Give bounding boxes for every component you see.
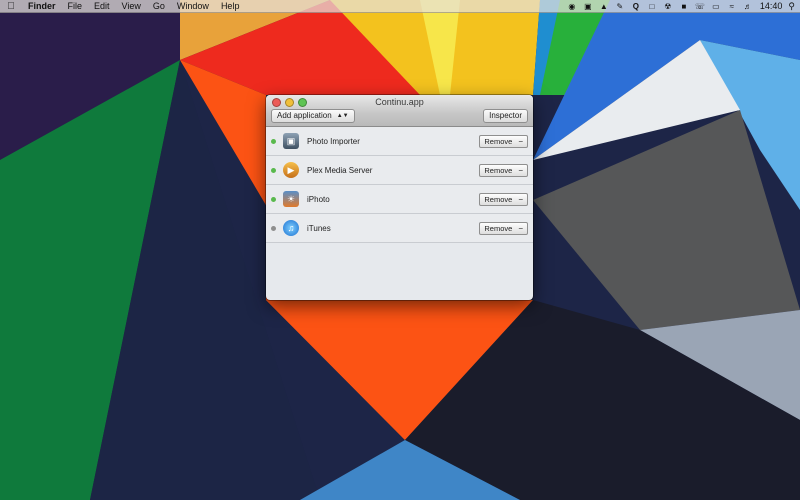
- status-indicator: [271, 196, 276, 202]
- menu-help[interactable]: Help: [215, 1, 246, 11]
- status-indicator: [271, 138, 276, 144]
- add-application-button[interactable]: Add application ▲▼: [271, 109, 355, 123]
- minus-icon: −: [518, 166, 523, 175]
- remove-button[interactable]: Remove −: [479, 164, 528, 177]
- volume-icon[interactable]: ♬: [743, 2, 753, 11]
- iphoto-icon: ☀: [283, 191, 299, 207]
- remove-button[interactable]: Remove −: [479, 193, 528, 206]
- menu-finder[interactable]: Finder: [22, 1, 62, 11]
- menu-file[interactable]: File: [62, 1, 89, 11]
- cat-icon[interactable]: ▲: [599, 2, 609, 11]
- list-item[interactable]: ▣ Photo Importer Remove −: [266, 127, 533, 156]
- remove-label: Remove: [484, 166, 513, 175]
- apple-logo-icon[interactable]: : [0, 1, 22, 12]
- pen-icon[interactable]: ✎: [615, 2, 625, 11]
- minus-icon: −: [518, 137, 523, 146]
- inspector-button[interactable]: Inspector: [483, 109, 528, 123]
- add-application-label: Add application: [277, 111, 332, 120]
- remove-label: Remove: [484, 224, 513, 233]
- remove-button[interactable]: Remove −: [479, 135, 528, 148]
- plex-icon: ▶: [283, 162, 299, 178]
- status-indicator: [271, 167, 276, 173]
- window-title: Continu.app: [375, 97, 424, 107]
- dropbox-open-icon[interactable]: □: [647, 2, 657, 11]
- box-icon[interactable]: ▣: [583, 2, 593, 11]
- list-item[interactable]: ▶ Plex Media Server Remove −: [266, 156, 533, 185]
- app-name: iTunes: [307, 223, 331, 233]
- photo-importer-icon: ▣: [283, 133, 299, 149]
- list-item[interactable]: ♫ iTunes Remove −: [266, 214, 533, 243]
- status-bar: ◉ ▣ ▲ ✎ Q □ ☢ ■ ☏ ▭ ≈ ♬ 14:40 ⚲: [564, 0, 800, 12]
- remove-button[interactable]: Remove −: [479, 222, 528, 235]
- minus-icon: −: [518, 224, 523, 233]
- wifi-icon[interactable]: ≈: [727, 2, 737, 11]
- itunes-icon: ♫: [283, 220, 299, 236]
- continu-window: Continu.app Add application ▲▼ Inspector…: [266, 95, 533, 300]
- app-name: Photo Importer: [307, 136, 360, 146]
- phone-icon[interactable]: ☏: [695, 2, 705, 11]
- remove-label: Remove: [484, 137, 513, 146]
- popup-arrows-icon: ▲▼: [336, 113, 349, 119]
- app-name: Plex Media Server: [307, 165, 373, 175]
- menu-go[interactable]: Go: [147, 1, 171, 11]
- dropbox-icon[interactable]: ◉: [567, 2, 577, 11]
- status-indicator: [271, 225, 276, 231]
- airplay-icon[interactable]: ▭: [711, 2, 721, 11]
- menu-edit[interactable]: Edit: [88, 1, 116, 11]
- menu-view[interactable]: View: [116, 1, 147, 11]
- square-icon[interactable]: ■: [679, 2, 689, 11]
- title-bar[interactable]: Continu.app Add application ▲▼ Inspector: [266, 95, 533, 127]
- menu-bar:  Finder File Edit View Go Window Help ◉…: [0, 0, 800, 13]
- spotlight-search-icon[interactable]: ⚲: [788, 1, 795, 12]
- menu-clock[interactable]: 14:40: [760, 1, 783, 11]
- remove-label: Remove: [484, 195, 513, 204]
- menu-window[interactable]: Window: [171, 1, 215, 11]
- q-icon[interactable]: Q: [631, 2, 641, 11]
- radiation-icon[interactable]: ☢: [663, 2, 673, 11]
- app-name: iPhoto: [307, 194, 330, 204]
- list-item[interactable]: ☀ iPhoto Remove −: [266, 185, 533, 214]
- application-list: ▣ Photo Importer Remove − ▶ Plex Media S…: [266, 127, 533, 243]
- minus-icon: −: [518, 195, 523, 204]
